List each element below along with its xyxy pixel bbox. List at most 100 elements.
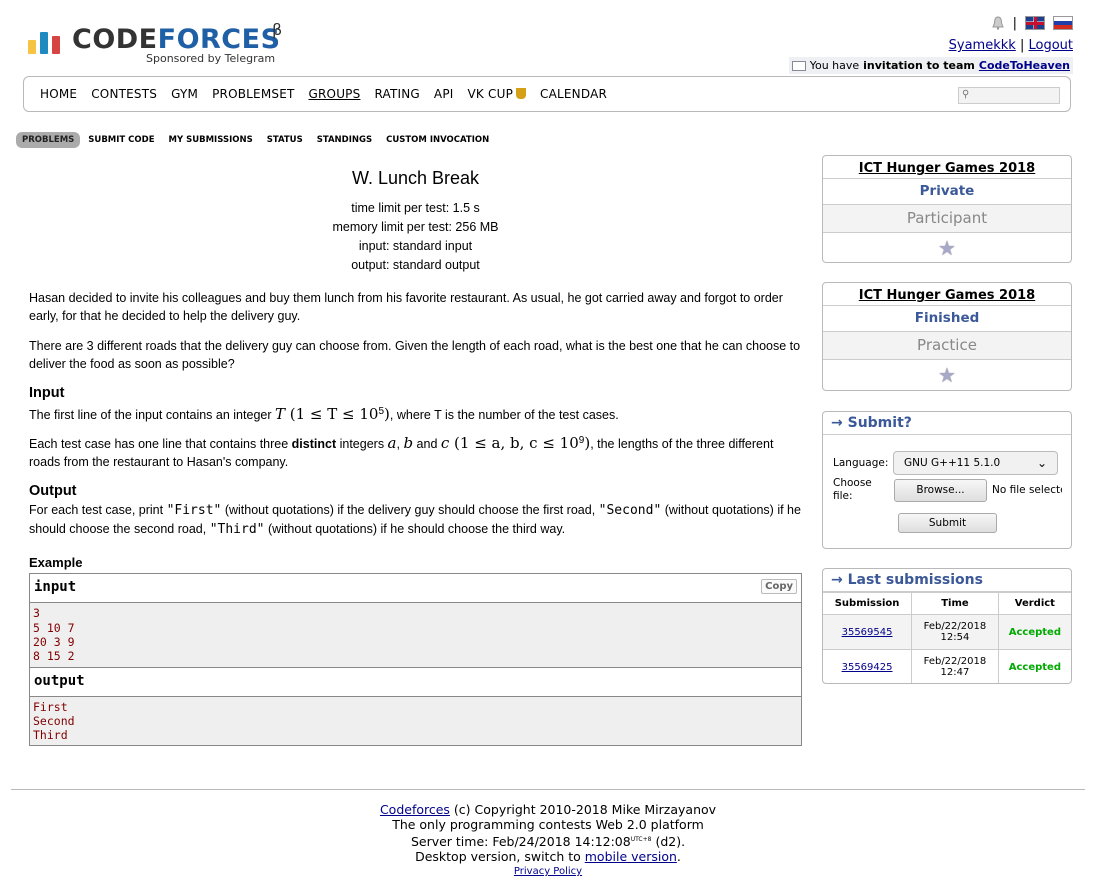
- user-separator: |: [1019, 38, 1025, 53]
- contest-1-name[interactable]: ICT Hunger Games 2018: [859, 161, 1035, 176]
- sample-input-title: input: [34, 579, 77, 596]
- menu-rating[interactable]: RATING: [374, 87, 419, 101]
- search-input[interactable]: ⚲: [958, 87, 1060, 104]
- logo-sponsor: Sponsored by Telegram: [146, 52, 276, 65]
- envelope-icon: [791, 60, 806, 71]
- last-submissions-caption: → Last submissions: [823, 569, 1071, 592]
- logo-text-code: CODE: [72, 24, 158, 55]
- submission-time: Feb/22/2018 12:47: [911, 649, 999, 683]
- notification-bell-icon[interactable]: [991, 16, 1005, 30]
- browse-button[interactable]: Browse...: [894, 479, 987, 502]
- tab-submit-code[interactable]: SUBMIT CODE: [82, 132, 160, 148]
- contest-2-kind: Finished: [823, 306, 1071, 332]
- menu-home[interactable]: HOME: [40, 87, 77, 101]
- search-icon: ⚲: [962, 89, 970, 100]
- language-value: GNU G++11 5.1.0: [904, 457, 1001, 469]
- favorite-star-icon[interactable]: ★: [938, 360, 956, 390]
- tab-problems[interactable]: PROBLEMS: [16, 132, 81, 148]
- logo-text-forces: FORCES: [157, 24, 281, 55]
- output-paragraph: For each test case, print "First" (witho…: [29, 503, 801, 538]
- contest-box-2: ICT Hunger Games 2018 Finished Practice …: [822, 282, 1072, 391]
- invite-text: invitation to team: [863, 59, 975, 72]
- language-select[interactable]: GNU G++11 5.1.0 ⌄: [893, 451, 1058, 475]
- contest-2-role: Practice: [823, 332, 1071, 360]
- footer: Codeforces (c) Copyright 2010-2018 Mike …: [0, 802, 1096, 879]
- input-paragraph-2: Each test case has one line that contain…: [29, 434, 774, 470]
- main-menu: HOME CONTESTS GYM PROBLEMSET GROUPS RATI…: [23, 76, 1071, 112]
- footer-desktop-text: Desktop version, switch to: [415, 849, 585, 865]
- col-submission: Submission: [823, 592, 913, 615]
- language-label: Language:: [833, 457, 889, 469]
- submission-verdict: Accepted: [998, 649, 1071, 683]
- time-limit: time limit per test: 1.5 s: [351, 201, 480, 215]
- submit-box: → Submit? Language: GNU G++11 5.1.0 ⌄ Cho…: [822, 411, 1072, 549]
- menu-calendar[interactable]: CALENDAR: [540, 87, 607, 101]
- menu-contests[interactable]: CONTESTS: [91, 87, 157, 101]
- team-link[interactable]: CodeToHeaven: [979, 59, 1070, 72]
- contest-1-role: Participant: [823, 205, 1071, 233]
- footer-codeforces-link[interactable]: Codeforces: [380, 802, 450, 817]
- input-heading: Input: [29, 385, 65, 401]
- input-spec: input: standard input: [358, 239, 473, 253]
- tab-status[interactable]: STATUS: [261, 132, 309, 148]
- memory-limit: memory limit per test: 256 MB: [332, 220, 499, 234]
- no-file-text: No file selected.: [992, 484, 1062, 496]
- legend-paragraph-2: There are 3 different roads that the del…: [29, 339, 801, 371]
- submit-caption: → Submit?: [823, 412, 1071, 435]
- contest-box-1: ICT Hunger Games 2018 Private Participan…: [822, 155, 1072, 263]
- submissions-table: Submission Time Verdict 35569545 Feb/22/…: [823, 592, 1071, 683]
- menu-groups[interactable]: GROUPS: [309, 87, 361, 101]
- mobile-version-link[interactable]: mobile version: [585, 849, 677, 864]
- output-heading: Output: [29, 483, 77, 500]
- tab-standings[interactable]: STANDINGS: [311, 132, 378, 148]
- input-paragraph-1: The first line of the input contains an …: [29, 405, 619, 424]
- team-invitation: You have invitation to team CodeToHeaven: [788, 57, 1073, 74]
- submit-button[interactable]: Submit: [898, 513, 997, 533]
- username-link[interactable]: Syamekkk: [949, 38, 1016, 53]
- col-time: Time: [911, 592, 999, 615]
- privacy-policy-link[interactable]: Privacy Policy: [514, 866, 582, 877]
- favorite-star-icon[interactable]: ★: [938, 233, 956, 262]
- contest-1-kind: Private: [823, 179, 1071, 205]
- contest-2-name[interactable]: ICT Hunger Games 2018: [859, 288, 1035, 303]
- user-panel: | Syamekkk | Logout You have invitation …: [788, 14, 1073, 75]
- sample-output: First Second Third: [30, 696, 801, 746]
- problem-subtabs: PROBLEMS SUBMIT CODE MY SUBMISSIONS STAT…: [16, 132, 497, 148]
- tab-my-submissions[interactable]: MY SUBMISSIONS: [163, 132, 259, 148]
- sample-output-title: output: [34, 672, 85, 689]
- submission-verdict: Accepted: [998, 614, 1071, 650]
- chevron-down-icon: ⌄: [1036, 456, 1047, 470]
- submission-time: Feb/22/2018 12:54: [911, 614, 999, 650]
- legend-paragraph-1: Hasan decided to invite his colleagues a…: [29, 291, 783, 323]
- table-row: 35569545 Feb/22/2018 12:54 Accepted: [823, 614, 1071, 650]
- menu-vkcup[interactable]: VK CUP: [468, 87, 527, 101]
- table-row: 35569425 Feb/22/2018 12:47 Accepted: [823, 649, 1071, 683]
- menu-problemset[interactable]: PROBLEMSET: [212, 87, 294, 101]
- footer-divider: [11, 789, 1085, 790]
- submission-link[interactable]: 35569545: [842, 627, 893, 638]
- logo-beta: β: [272, 20, 283, 39]
- logout-link[interactable]: Logout: [1028, 38, 1073, 53]
- trophy-icon: [516, 88, 527, 99]
- file-label: Choose file:: [833, 477, 872, 502]
- output-spec: output: standard output: [351, 258, 480, 272]
- footer-copyright: (c) Copyright 2010-2018 Mike Mirzayanov: [449, 802, 717, 817]
- english-flag-icon[interactable]: [1025, 16, 1045, 30]
- menu-gym[interactable]: GYM: [171, 87, 198, 101]
- copy-button[interactable]: Copy: [761, 579, 797, 595]
- menu-vkcup-label: VK CUP: [467, 87, 514, 101]
- menu-api[interactable]: API: [434, 87, 454, 101]
- footer-tagline: The only programming contests Web 2.0 pl…: [392, 817, 704, 832]
- sample-test: input Copy 3 5 10 7 20 3 9 8 15 2 output …: [29, 573, 802, 747]
- codeforces-logo[interactable]: CODEFORCES β Sponsored by Telegram: [26, 20, 286, 68]
- submission-link[interactable]: 35569425: [842, 662, 893, 673]
- problem-statement: W. Lunch Break time limit per test: 1.5 …: [29, 168, 802, 747]
- col-verdict: Verdict: [998, 592, 1071, 615]
- last-submissions-box: → Last submissions Submission Time Verdi…: [822, 568, 1072, 684]
- russian-flag-icon[interactable]: [1053, 16, 1073, 30]
- invite-prefix: You have: [809, 59, 860, 72]
- tab-custom-invocation[interactable]: CUSTOM INVOCATION: [380, 132, 495, 148]
- example-heading: Example: [29, 555, 83, 571]
- problem-title: W. Lunch Break: [351, 168, 480, 188]
- sample-input: 3 5 10 7 20 3 9 8 15 2: [30, 603, 801, 667]
